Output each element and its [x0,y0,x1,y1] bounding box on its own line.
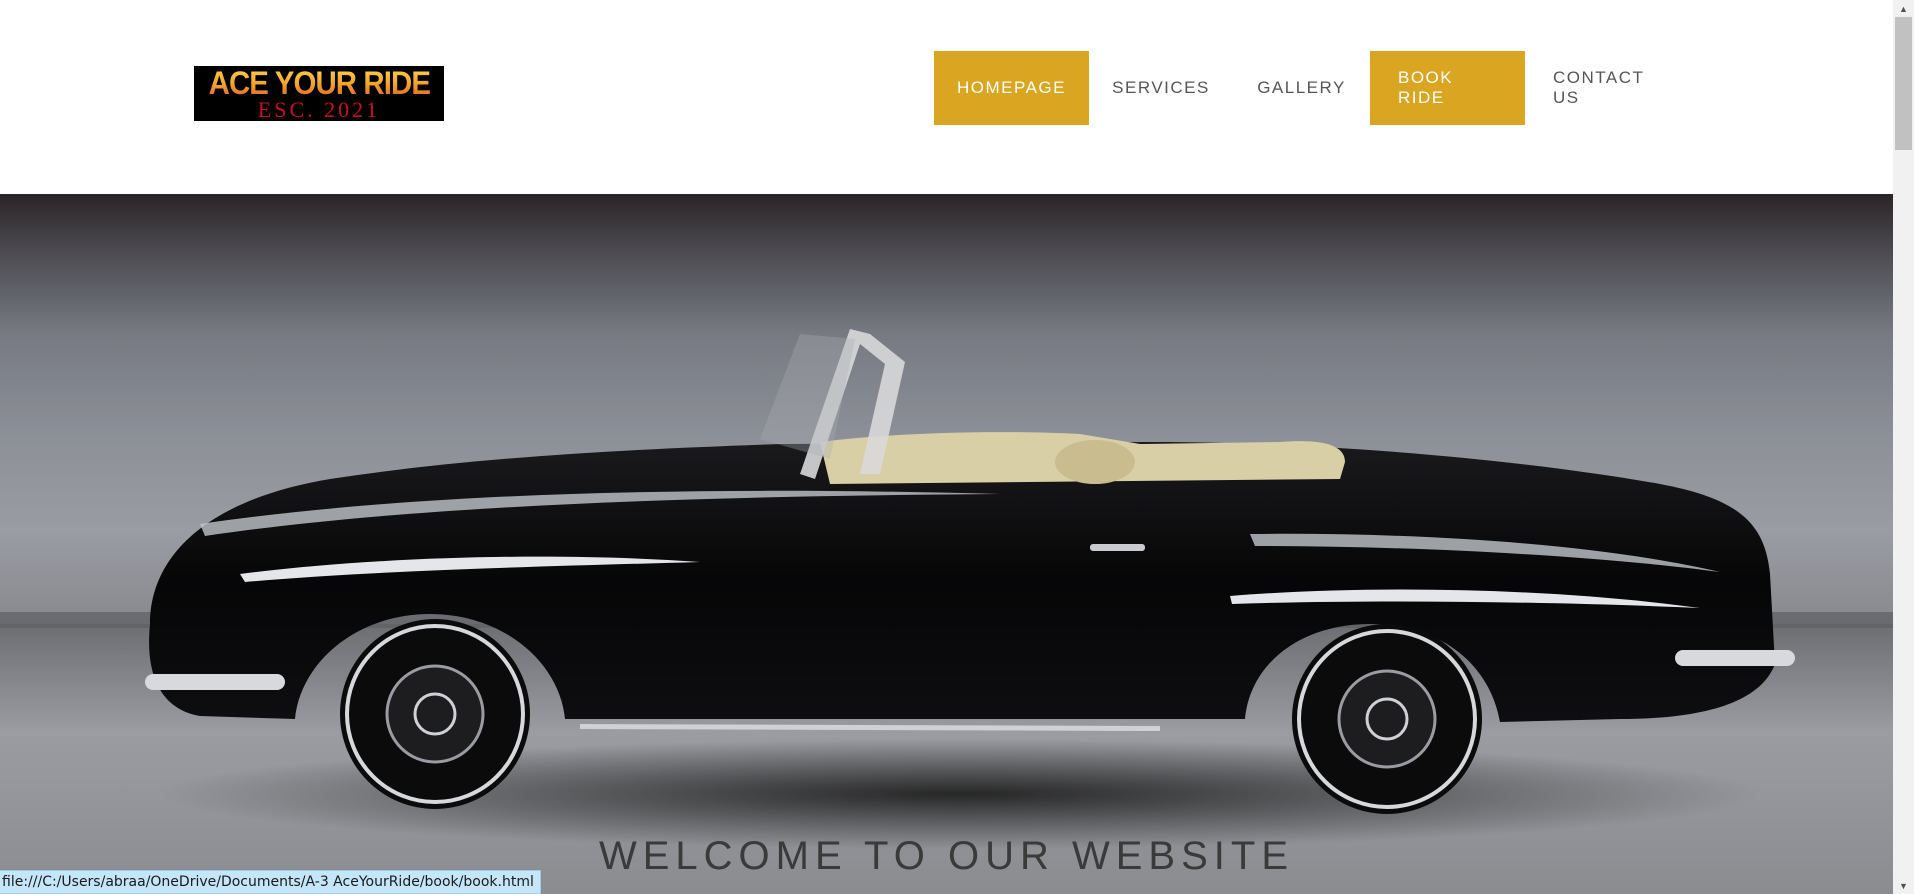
scrollbar-thumb[interactable] [1895,17,1912,150]
nav-services[interactable]: SERVICES [1089,51,1233,125]
nav-gallery[interactable]: GALLERY [1233,51,1370,125]
hero-banner: WELCOME TO OUR WEBSITE [0,194,1893,894]
main-nav: HOMEPAGE SERVICES GALLERY BOOK RIDE CONT… [934,51,1696,125]
vertical-scrollbar[interactable]: ▲ ▼ [1893,0,1914,894]
scroll-down-arrow-icon[interactable]: ▼ [1893,877,1914,894]
logo-subtitle: ESC. 2021 [257,97,381,121]
nav-homepage[interactable]: HOMEPAGE [934,51,1089,125]
site-header: ACE YOUR RIDE ESC. 2021 HOMEPAGE SERVICE… [0,0,1893,194]
hero-car-image [0,329,1893,894]
logo-title: ACE YOUR RIDE [208,66,430,101]
scroll-up-arrow-icon[interactable]: ▲ [1893,0,1914,17]
site-logo[interactable]: ACE YOUR RIDE ESC. 2021 [194,66,444,121]
page: ACE YOUR RIDE ESC. 2021 HOMEPAGE SERVICE… [0,0,1914,894]
link-status-bar: file:///C:/Users/abraa/OneDrive/Document… [0,870,541,894]
nav-book-ride[interactable]: BOOK RIDE [1370,51,1525,125]
nav-contact-us[interactable]: CONTACT US [1525,51,1696,125]
